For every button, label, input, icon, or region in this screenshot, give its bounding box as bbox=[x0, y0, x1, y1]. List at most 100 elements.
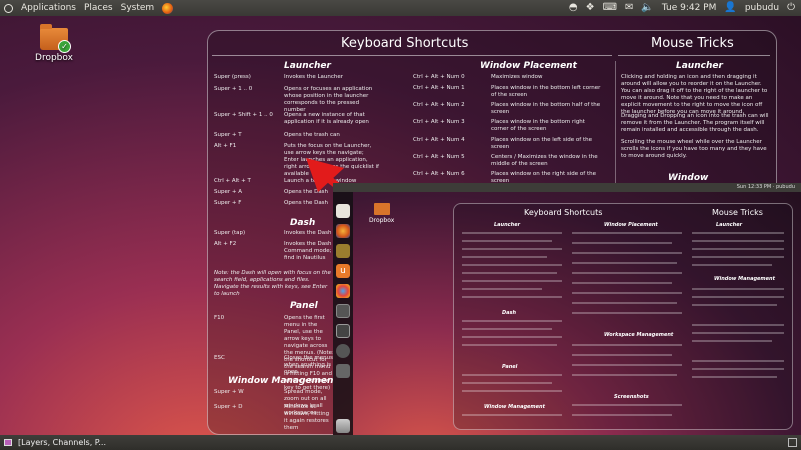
shortcut-desc: Opens or focuses an application whose po… bbox=[284, 86, 373, 113]
inset-heading: Dash bbox=[502, 310, 517, 316]
text-line bbox=[572, 374, 677, 376]
firefox-icon[interactable] bbox=[162, 2, 174, 14]
text-line bbox=[692, 368, 784, 370]
text-line bbox=[462, 390, 562, 392]
inset-dropbox-icon: Dropbox bbox=[369, 203, 394, 224]
shortcut-desc: Closes the menus when anything is open bbox=[284, 355, 333, 375]
shortcut-key: Super + Shift + 1 .. 0 bbox=[214, 112, 273, 118]
text-line bbox=[572, 344, 682, 346]
inset-dropbox-label: Dropbox bbox=[369, 217, 395, 224]
bottom-panel: [Layers, Channels, P... bbox=[0, 435, 801, 450]
text-line bbox=[572, 282, 672, 284]
power-icon[interactable]: ⏻ bbox=[787, 0, 795, 16]
shortcut-key: Ctrl + Alt + Num 6 bbox=[413, 171, 465, 177]
inset-clock: Sun 12:33 PM bbox=[736, 184, 772, 190]
shortcut-desc: Places window on the left side of the sc… bbox=[491, 137, 592, 150]
gimp-window-icon bbox=[4, 439, 12, 446]
menu-places[interactable]: Places bbox=[84, 0, 113, 16]
ubuntu-logo-icon[interactable] bbox=[4, 3, 13, 13]
dropbox-tray-icon[interactable]: ❖ bbox=[586, 0, 595, 16]
text-line bbox=[462, 272, 557, 274]
mail-icon[interactable]: ✉ bbox=[625, 0, 633, 16]
text-line bbox=[692, 248, 784, 250]
clock[interactable]: Tue 9:42 PM bbox=[662, 0, 717, 16]
text-line bbox=[692, 376, 777, 378]
workspaces-icon[interactable] bbox=[336, 324, 350, 338]
shortcut-desc: Maximizes window bbox=[491, 74, 543, 80]
inset-clock-area: Sun 12:33 PM · pubudu bbox=[736, 184, 795, 190]
shortcut-key: Super + W bbox=[214, 389, 244, 395]
shortcut-key: Super + D bbox=[214, 404, 243, 410]
indicator-icon[interactable]: ◓ bbox=[569, 0, 578, 16]
shortcut-key: Ctrl + Alt + Num 3 bbox=[413, 119, 465, 125]
text-line bbox=[692, 340, 772, 342]
shortcut-key: Super + T bbox=[214, 132, 242, 138]
shortcut-desc: Minimize all windows, hitting it again r… bbox=[284, 404, 330, 431]
shortcut-key: Ctrl + Alt + T bbox=[214, 178, 251, 184]
inset-title-left: Keyboard Shortcuts bbox=[524, 208, 603, 217]
chrome-icon[interactable] bbox=[336, 284, 350, 298]
text-line bbox=[572, 364, 682, 366]
text-line bbox=[462, 328, 552, 330]
user-icon[interactable]: 👤 bbox=[724, 0, 736, 16]
top-panel: Applications Places System ◓ ❖ ⌨ ✉ 🔈 Tue… bbox=[0, 0, 801, 16]
software-icon[interactable] bbox=[336, 244, 350, 258]
mouse-trick-text: Dragging and Dropping an icon into the t… bbox=[621, 113, 769, 133]
text-line bbox=[462, 336, 562, 338]
text-line bbox=[692, 256, 784, 258]
search-icon[interactable] bbox=[336, 344, 350, 358]
inset-heading: Window Placement bbox=[604, 222, 658, 228]
user-name[interactable]: pubudu bbox=[745, 0, 779, 16]
shortcut-key: Ctrl + Alt + Num 0 bbox=[413, 74, 465, 80]
text-line bbox=[572, 232, 682, 234]
text-line bbox=[692, 360, 784, 362]
keyboard-shortcuts-title: Keyboard Shortcuts bbox=[341, 36, 469, 51]
taskbar-item[interactable]: [Layers, Channels, P... bbox=[18, 435, 106, 450]
text-line bbox=[462, 240, 552, 242]
trash-icon[interactable] bbox=[336, 419, 350, 433]
mouse-trick-text: Clicking and holding an icon and then dr… bbox=[621, 74, 768, 115]
home-folder-icon[interactable] bbox=[336, 204, 350, 218]
text-line bbox=[572, 404, 682, 406]
shortcut-key: Ctrl + Alt + Num 5 bbox=[413, 154, 465, 160]
text-line bbox=[462, 232, 562, 234]
volume-icon[interactable]: 🔈 bbox=[641, 0, 653, 16]
text-line bbox=[692, 332, 784, 334]
text-line bbox=[572, 242, 672, 244]
mouse-tricks-title: Mouse Tricks bbox=[651, 36, 734, 51]
text-line bbox=[692, 264, 772, 266]
shortcut-key: Ctrl + Alt + Num 2 bbox=[413, 102, 465, 108]
terminal-icon[interactable] bbox=[336, 304, 350, 318]
text-line bbox=[692, 288, 784, 290]
window-placement-heading: Window Placement bbox=[480, 61, 577, 71]
desktop-icon-dropbox[interactable]: ✓ Dropbox bbox=[34, 24, 74, 63]
workspace-switcher-icon[interactable] bbox=[788, 438, 797, 447]
ubuntu-one-icon[interactable]: u bbox=[336, 264, 350, 278]
shortcut-desc: Opens the trash can bbox=[284, 132, 340, 138]
panel-heading: Panel bbox=[290, 301, 318, 311]
shortcut-key: Ctrl + Alt + Num 4 bbox=[413, 137, 465, 143]
text-line bbox=[462, 374, 562, 376]
menu-system[interactable]: System bbox=[121, 0, 155, 16]
menu-bar: Applications Places System bbox=[4, 0, 174, 16]
mouse-launcher-heading: Launcher bbox=[676, 61, 723, 71]
dash-note: Note: the Dash will open with focus on t… bbox=[214, 270, 331, 297]
text-line bbox=[572, 252, 682, 254]
shortcut-key: F10 bbox=[214, 315, 225, 321]
settings-icon[interactable] bbox=[336, 364, 350, 378]
text-line bbox=[692, 240, 784, 242]
text-line bbox=[692, 232, 784, 234]
keyboard-icon[interactable]: ⌨ bbox=[603, 0, 617, 16]
divider bbox=[212, 55, 612, 56]
system-tray: ◓ ❖ ⌨ ✉ 🔈 Tue 9:42 PM 👤 pubudu ⏻ bbox=[569, 0, 795, 16]
firefox-icon[interactable] bbox=[336, 224, 350, 238]
text-line bbox=[462, 296, 562, 298]
text-line bbox=[572, 292, 682, 294]
text-line bbox=[692, 296, 784, 298]
shortcut-key: Super + A bbox=[214, 189, 242, 195]
inset-shortcuts-overlay: Keyboard Shortcuts Mouse Tricks Launcher… bbox=[453, 203, 793, 430]
menu-applications[interactable]: Applications bbox=[21, 0, 76, 16]
text-line bbox=[462, 264, 562, 266]
text-line bbox=[462, 320, 562, 322]
screenshot-inset: Sun 12:33 PM · pubudu Dropbox u Keyboard… bbox=[333, 183, 801, 435]
